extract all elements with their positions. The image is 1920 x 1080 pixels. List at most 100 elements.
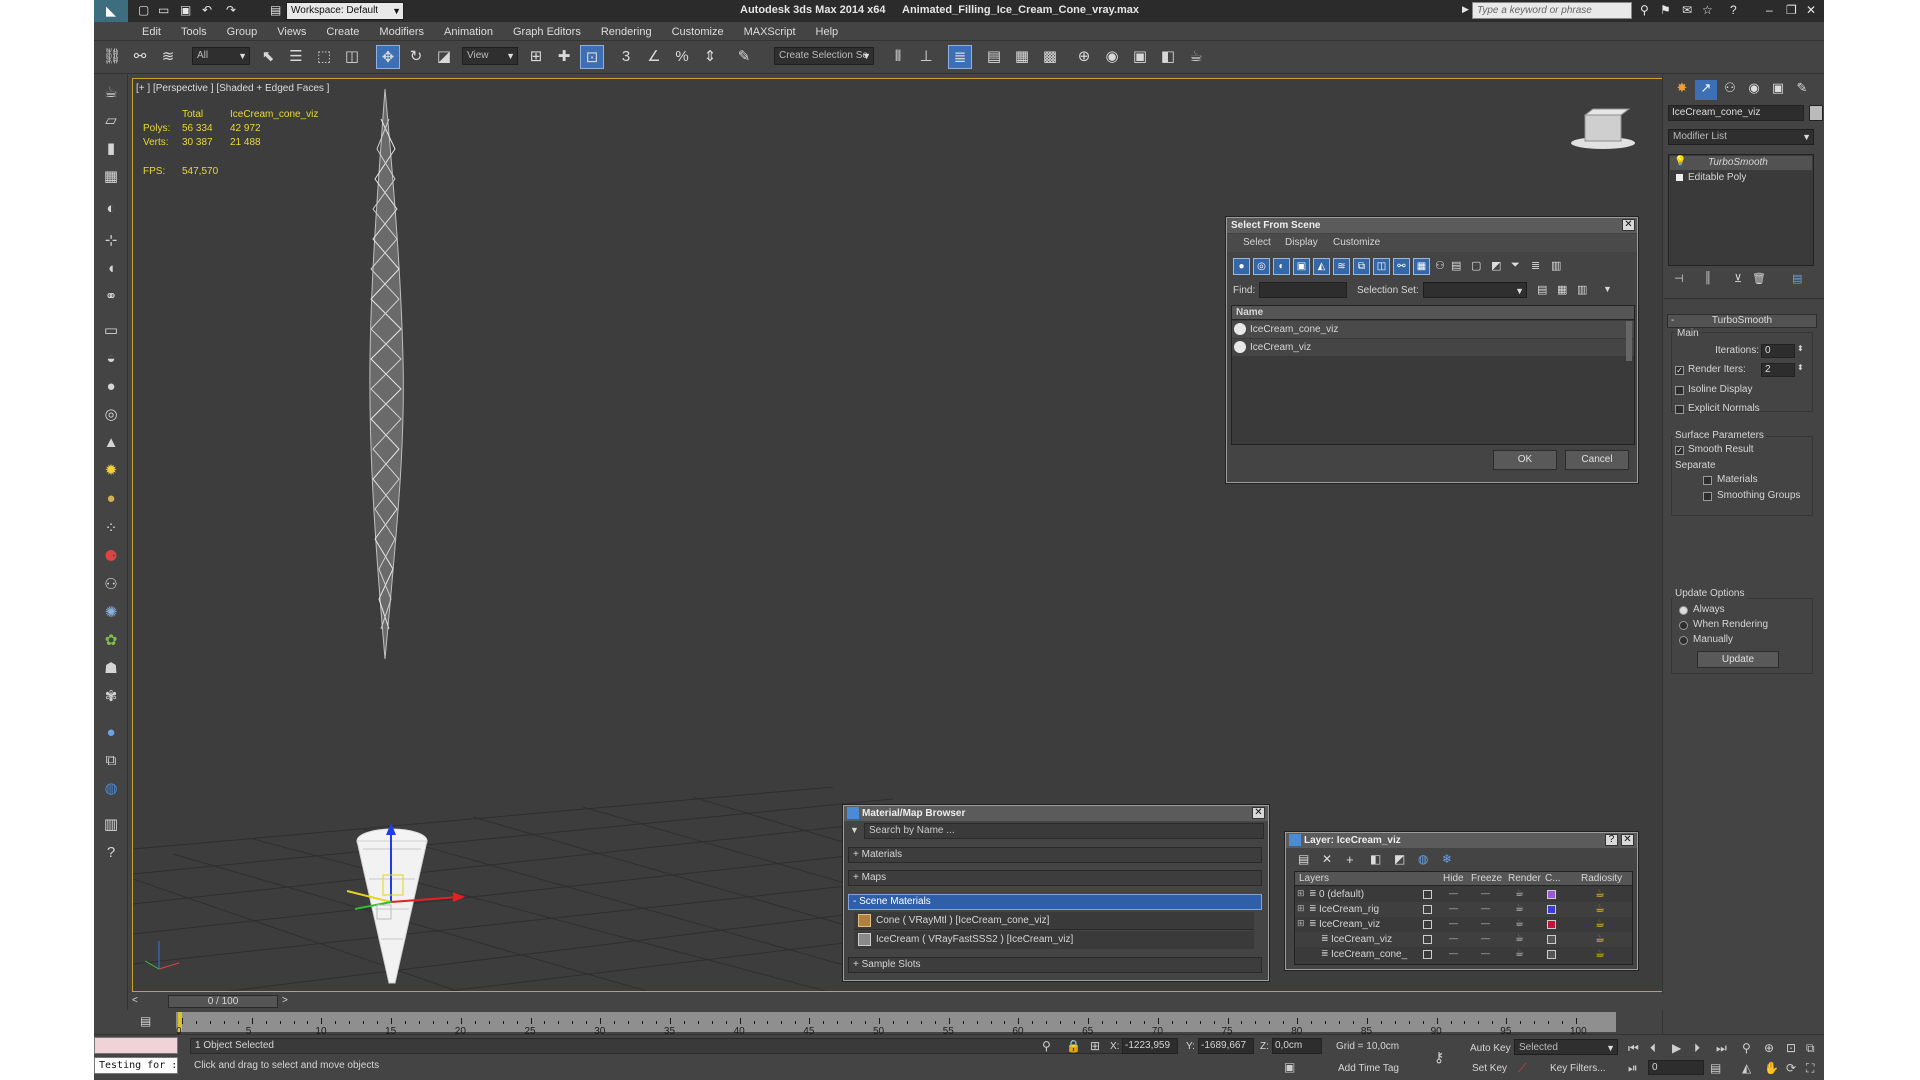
hierarchy-icon[interactable]: ⚇	[1435, 259, 1445, 272]
pan-view-icon[interactable]: ✋	[1764, 1061, 1779, 1075]
key-mode-dropdown[interactable]: Selected ▼	[1514, 1039, 1618, 1055]
current-layer-box[interactable]	[1423, 950, 1432, 959]
selection-set-edit-icon[interactable]: ▦	[1557, 283, 1567, 296]
render-teapot-icon[interactable]: ☕	[1515, 918, 1524, 929]
create-tab-icon[interactable]: ✸	[1671, 80, 1693, 100]
select-by-name-icon[interactable]: ☰	[284, 45, 308, 69]
render-teapot-icon[interactable]: ☕	[1515, 903, 1524, 914]
minimize-icon[interactable]: –	[1766, 3, 1773, 17]
layer-dialog-title[interactable]: Layer: IceCream_viz	[1286, 833, 1637, 848]
mini-curve-editor-icon[interactable]: ▤	[140, 1014, 151, 1028]
menu-create[interactable]: Create	[326, 24, 359, 40]
freeze-toggle[interactable]: —	[1481, 903, 1490, 913]
time-configuration-icon[interactable]: ▤	[1710, 1061, 1721, 1075]
radiosity-teapot-icon[interactable]: ☕	[1595, 887, 1605, 900]
scene-materials-section[interactable]: - Scene Materials	[848, 894, 1262, 910]
hide-unhide-all-icon[interactable]: ◍	[1418, 852, 1428, 866]
sfs-menu-customize[interactable]: Customize	[1333, 237, 1380, 248]
bulb-icon[interactable]: 💡	[1674, 156, 1686, 167]
spinner-arrows-icon[interactable]: ⬍	[1797, 344, 1804, 353]
radiosity-teapot-icon[interactable]: ☕	[1595, 902, 1605, 915]
current-layer-box[interactable]	[1423, 905, 1432, 914]
columns-icon[interactable]: ▥	[1551, 259, 1561, 272]
freeze-toggle[interactable]: —	[1481, 918, 1490, 928]
unlink-icon[interactable]: ⚯	[128, 45, 152, 69]
utilities-tab-icon[interactable]: ✎	[1791, 80, 1813, 100]
key-filter-icon[interactable]: ⟋	[1518, 1061, 1526, 1076]
pivot-center-icon[interactable]: ⊞	[524, 45, 548, 69]
freeze-unfreeze-all-icon[interactable]: ❄	[1442, 852, 1452, 866]
maxscript-listener-icon[interactable]: ▥	[100, 814, 122, 836]
particle-system-icon[interactable]: ⁘	[100, 518, 122, 540]
edit-named-selection-icon[interactable]: ✎	[732, 45, 756, 69]
list-item[interactable]: IceCream_cone_viz	[1232, 321, 1634, 338]
current-layer-box[interactable]	[1423, 935, 1432, 944]
schematic-view-icon[interactable]: ⊕	[1072, 45, 1096, 69]
key-mode-toggle-icon[interactable]: ⏯	[1628, 1061, 1638, 1076]
help-button[interactable]: ?	[1605, 834, 1618, 846]
filter-helpers-icon[interactable]: ◭	[1313, 258, 1330, 275]
expand-icon[interactable]: ⊞	[1297, 918, 1305, 929]
select-manipulate-icon[interactable]: ✚	[552, 45, 576, 69]
highlight-selected-icon[interactable]: ◩	[1394, 852, 1405, 866]
render-setup-tool-icon[interactable]: ⧉	[100, 750, 122, 772]
chevron-right-icon[interactable]: >	[282, 995, 288, 1006]
create-sphere-icon[interactable]: ●	[100, 376, 122, 398]
create-box-icon[interactable]: ▮	[100, 138, 122, 160]
selection-filter-dropdown[interactable]: All ▼	[192, 47, 250, 65]
material-search-input[interactable]: Search by Name ...	[864, 823, 1264, 839]
create-layer-icon[interactable]: ▤	[1298, 852, 1309, 866]
sort-icon[interactable]: ≣	[1531, 259, 1540, 272]
layer-color-swatch[interactable]	[1547, 920, 1556, 929]
layer-row[interactable]: ⊞ ≣ IceCream_rig — — ☕ ☕	[1295, 902, 1632, 917]
modifier-list-dropdown[interactable]: Modifier List ▼	[1668, 129, 1814, 145]
menu-animation[interactable]: Animation	[444, 24, 493, 40]
stack-item-editable-poly[interactable]: Editable Poly	[1670, 171, 1812, 185]
filter-xrefs-icon[interactable]: ◫	[1373, 258, 1390, 275]
graphite-ribbon-icon[interactable]: ▦	[1010, 45, 1034, 69]
create-teapot-icon[interactable]: ☕	[100, 82, 122, 104]
viewcube-icon[interactable]	[1571, 108, 1635, 149]
zoom-extents-all-icon[interactable]: ⧉	[1806, 1041, 1815, 1056]
update-manually-radio[interactable]	[1679, 636, 1688, 645]
material-editor-icon[interactable]: ◉	[1100, 45, 1124, 69]
filter-geometry-icon[interactable]: ●	[1233, 258, 1250, 275]
create-torus-icon[interactable]: ◎	[100, 404, 122, 426]
go-to-start-icon[interactable]: ⏮	[1628, 1041, 1639, 1056]
align-icon[interactable]: ⊥	[914, 45, 938, 69]
separate-smoothing-groups-checkbox[interactable]	[1703, 492, 1712, 501]
workspace-dropdown[interactable]: Workspace: Default ▼	[286, 2, 404, 20]
maxscript-mini-listener-top[interactable]	[94, 1037, 178, 1054]
hierarchy-tab-icon[interactable]: ⚇	[1719, 80, 1741, 100]
layer-color-swatch[interactable]	[1547, 890, 1556, 899]
spinner-snap-icon[interactable]: ⇕	[698, 45, 722, 69]
curve-editor-icon[interactable]: ▩	[1038, 45, 1062, 69]
create-plane-icon[interactable]: ▱	[100, 110, 122, 132]
pin-stack-icon[interactable]: ⊣	[1674, 272, 1684, 285]
x-coordinate-field[interactable]: -1223,959	[1122, 1038, 1178, 1054]
menu-help[interactable]: Help	[816, 24, 839, 40]
show-end-result-icon[interactable]: ║	[1704, 272, 1712, 284]
radiosity-teapot-icon[interactable]: ☕	[1595, 932, 1605, 945]
maps-section[interactable]: + Maps	[848, 870, 1262, 886]
close-icon[interactable]: ✕	[1806, 3, 1816, 17]
create-hemisphere-icon[interactable]: ◒	[100, 348, 122, 370]
layer-color-swatch[interactable]	[1547, 935, 1556, 944]
menu-rendering[interactable]: Rendering	[601, 24, 652, 40]
search-expand-icon[interactable]: ▶	[1462, 4, 1469, 15]
explicit-normals-checkbox[interactable]	[1675, 405, 1684, 414]
motion-tab-icon[interactable]: ◉	[1743, 80, 1765, 100]
sfs-menu-select[interactable]: Select	[1243, 237, 1271, 248]
save-file-icon[interactable]: ▣	[180, 3, 191, 17]
current-layer-box[interactable]	[1423, 890, 1432, 899]
freeze-toggle[interactable]: —	[1481, 888, 1490, 898]
render-teapot-icon[interactable]: ☕	[1515, 948, 1524, 959]
app-logo-icon[interactable]: ◣	[94, 0, 128, 22]
layer-row[interactable]: ⊞ ≣ 0 (default) — — ☕ ☕	[1295, 887, 1632, 902]
track-area[interactable]: 0 5 10 15 20 25 30 35 40 45 50 55 60 65 70 75 80 85 90 95 10…	[176, 1012, 1616, 1037]
make-unique-icon[interactable]: ⊻	[1734, 272, 1742, 285]
select-and-scale-icon[interactable]: ◪	[432, 45, 456, 69]
favorites-star-icon[interactable]: ☆	[1702, 3, 1713, 17]
create-cone-icon[interactable]: ▲	[100, 432, 122, 454]
filter-funnel-icon[interactable]: ⏷	[1511, 259, 1520, 272]
